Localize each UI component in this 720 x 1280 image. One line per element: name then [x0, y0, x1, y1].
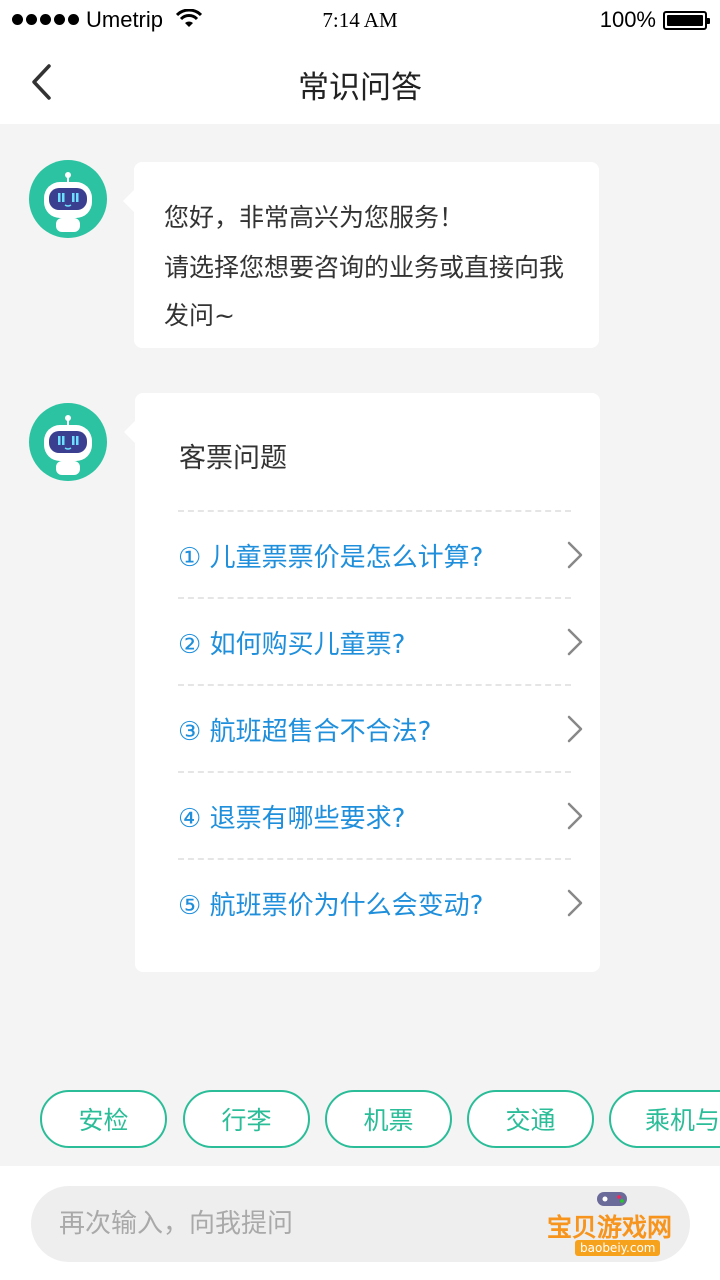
- chevron-right-icon: [567, 541, 583, 569]
- faq-item[interactable]: ③ 航班超售合不合法?: [178, 684, 583, 771]
- robot-icon: [44, 415, 92, 475]
- tag-air-ticket[interactable]: 机票: [325, 1090, 452, 1148]
- battery-percentage: 100%: [599, 7, 656, 32]
- tag-boarding[interactable]: 乘机与: [609, 1090, 720, 1148]
- faq-question: ④ 退票有哪些要求?: [178, 804, 406, 834]
- faq-question: ① 儿童票票价是怎么计算?: [178, 543, 484, 573]
- robot-icon: [44, 172, 92, 232]
- tag-security-check[interactable]: 安检: [40, 1090, 167, 1148]
- quick-topic-tags: 安检 行李 机票 交通 乘机与: [40, 1090, 720, 1148]
- faq-question: ② 如何购买儿童票?: [178, 630, 406, 660]
- faq-item[interactable]: ② 如何购买儿童票?: [178, 597, 583, 684]
- input-bar: [0, 1166, 720, 1280]
- robot-avatar: [29, 160, 107, 238]
- status-bar: Umetrip 7:14 AM 100%: [0, 0, 720, 40]
- navigation-bar: 常识问答: [0, 40, 720, 124]
- battery-fill: [667, 15, 703, 26]
- chevron-right-icon: [567, 889, 583, 917]
- faq-card-title: 客票问题: [179, 443, 287, 474]
- faq-list: ① 儿童票票价是怎么计算? ② 如何购买儿童票? ③ 航班超售合不合法? ④ 退…: [178, 510, 583, 945]
- page-title: 常识问答: [298, 70, 422, 106]
- faq-question: ③ 航班超售合不合法?: [178, 717, 432, 747]
- question-input[interactable]: [31, 1186, 690, 1262]
- chevron-right-icon: [567, 715, 583, 743]
- tag-luggage[interactable]: 行李: [183, 1090, 310, 1148]
- faq-item[interactable]: ① 儿童票票价是怎么计算?: [178, 510, 583, 597]
- faq-question: ⑤ 航班票价为什么会变动?: [178, 891, 484, 921]
- battery-icon: [663, 11, 710, 30]
- tag-transport[interactable]: 交通: [467, 1090, 594, 1148]
- greeting-line-1: 您好，非常高兴为您服务！: [164, 203, 465, 232]
- chevron-right-icon: [567, 802, 583, 830]
- greeting-message: 您好，非常高兴为您服务！ 请选择您想要咨询的业务或直接向我发问~: [123, 162, 599, 348]
- faq-card: 客票问题 ① 儿童票票价是怎么计算? ② 如何购买儿童票? ③ 航班超售合不合法…: [124, 393, 600, 972]
- chevron-right-icon: [567, 628, 583, 656]
- robot-avatar: [29, 403, 107, 481]
- faq-item[interactable]: ⑤ 航班票价为什么会变动?: [178, 858, 583, 945]
- greeting-line-2: 请选择您想要咨询的业务或直接向我发问~: [164, 253, 565, 330]
- faq-item[interactable]: ④ 退票有哪些要求?: [178, 771, 583, 858]
